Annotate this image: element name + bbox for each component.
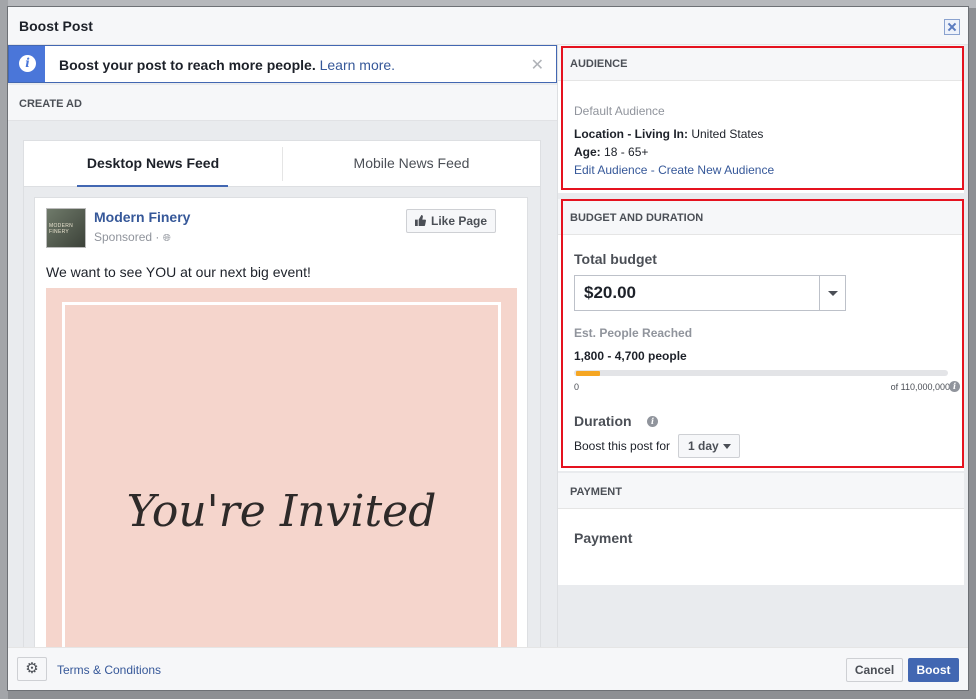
globe-icon: 🌐︎	[162, 233, 171, 244]
invite-text: You're Invited	[126, 486, 437, 537]
learn-more-link[interactable]: Learn more.	[320, 57, 395, 73]
settings-column: AUDIENCE Default Audience Location - Liv…	[557, 45, 968, 647]
thumbs-up-icon	[415, 215, 426, 226]
tab-mobile-label: Mobile News Feed	[353, 155, 470, 171]
payment-title: Payment	[574, 530, 633, 546]
invite-frame	[62, 302, 501, 647]
dialog-title: Boost Post	[19, 18, 93, 34]
payment-header: PAYMENT	[558, 473, 964, 509]
payment-body	[558, 509, 964, 585]
ad-preview-panel: Desktop News Feed Mobile News Feed MODER…	[23, 140, 541, 647]
boost-post-dialog: Boost Post i Boost your post to reach mo…	[7, 6, 969, 691]
tab-mobile-news-feed[interactable]: Mobile News Feed	[283, 141, 540, 187]
page-name-link[interactable]: Modern Finery	[94, 209, 190, 225]
gear-icon[interactable]: ⚙	[17, 657, 47, 681]
create-ad-heading: CREATE AD	[19, 98, 82, 110]
audience-highlight	[561, 46, 964, 190]
dialog-header: Boost Post	[8, 7, 968, 45]
ad-preview-column: i Boost your post to reach more people. …	[8, 45, 557, 647]
dismiss-banner-icon[interactable]: ✕	[531, 55, 544, 75]
sponsored-label: Sponsored · 🌐︎	[94, 230, 171, 244]
placement-tabs: Desktop News Feed Mobile News Feed	[24, 141, 540, 188]
page-avatar[interactable]: MODERN FINERY	[46, 208, 86, 248]
dialog-footer: ⚙ Terms & Conditions Cancel Boost	[8, 647, 968, 690]
terms-link[interactable]: Terms & Conditions	[57, 663, 161, 677]
boost-button[interactable]: Boost	[908, 658, 959, 682]
info-icon: i	[9, 46, 45, 82]
avatar-text: MODERN FINERY	[49, 223, 74, 235]
like-page-button[interactable]: Like Page	[406, 209, 496, 233]
sponsored-post: MODERN FINERY Modern Finery Sponsored · …	[34, 197, 528, 647]
payment-heading: PAYMENT	[570, 486, 622, 498]
info-banner: i Boost your post to reach more people. …	[8, 45, 557, 83]
post-message: We want to see YOU at our next big event…	[46, 264, 311, 280]
like-page-label: Like Page	[431, 214, 488, 228]
cancel-button[interactable]: Cancel	[846, 658, 903, 682]
tab-desktop-news-feed[interactable]: Desktop News Feed	[24, 141, 282, 188]
close-icon[interactable]	[944, 19, 960, 35]
create-ad-header: CREATE AD	[8, 85, 557, 121]
banner-text: Boost your post to reach more people.	[59, 57, 316, 73]
tab-desktop-label: Desktop News Feed	[86, 155, 220, 171]
budget-highlight	[561, 199, 964, 468]
news-feed-preview: MODERN FINERY Modern Finery Sponsored · …	[24, 187, 540, 647]
post-image: You're Invited	[46, 288, 517, 647]
